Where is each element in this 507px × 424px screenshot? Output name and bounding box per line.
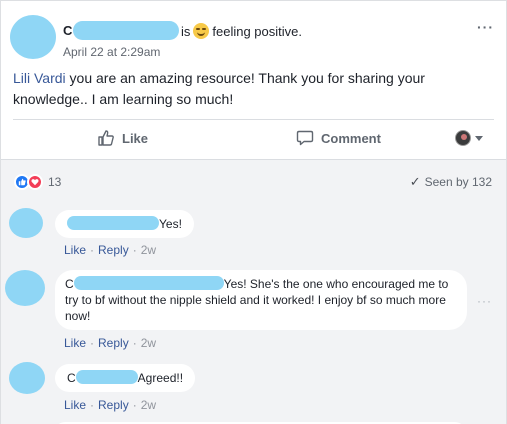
author-name-redaction[interactable] xyxy=(73,21,179,40)
comment-bubble-icon xyxy=(296,130,314,146)
love-reaction-icon xyxy=(27,174,43,190)
comment-label: Comment xyxy=(321,130,381,146)
relieved-face-icon xyxy=(193,23,210,39)
seen-by[interactable]: ✓ Seen by 132 xyxy=(410,174,492,190)
like-button[interactable]: Like xyxy=(97,129,148,147)
like-label: Like xyxy=(122,130,149,146)
comment-bubble: Yes! xyxy=(55,210,194,238)
comment: Yes! Like · Reply · 2w xyxy=(1,204,506,260)
commenter-name-redaction[interactable] xyxy=(67,216,159,230)
more-options-icon[interactable]: ··· xyxy=(477,19,494,35)
thumbs-up-icon xyxy=(98,130,114,146)
post-timestamp[interactable]: April 22 at 2:29am xyxy=(63,45,160,59)
action-text: is xyxy=(181,23,191,39)
separator: · xyxy=(132,398,137,412)
commenter-name-redaction[interactable] xyxy=(73,276,224,290)
separator: · xyxy=(90,398,95,412)
comment-button[interactable]: Comment xyxy=(296,129,381,147)
commenter-avatar[interactable] xyxy=(9,208,43,238)
comment-age[interactable]: 2w xyxy=(141,336,156,350)
reaction-summary[interactable]: 13 xyxy=(14,174,61,190)
seen-by-text: Seen by 132 xyxy=(424,175,492,189)
comment-like-link[interactable]: Like xyxy=(64,398,86,412)
author-initial[interactable]: C xyxy=(63,23,72,38)
post-card: C is feeling positive. April 22 at 2:29a… xyxy=(0,0,507,424)
actor-avatar xyxy=(455,130,471,146)
reaction-count[interactable]: 13 xyxy=(48,175,61,189)
commenter-avatar[interactable] xyxy=(9,362,45,394)
comment-bubble: C Agreed!! xyxy=(55,364,196,392)
comment-actions: Like · Reply · 2w xyxy=(64,243,156,257)
commenter-avatar[interactable] xyxy=(5,270,45,306)
comments-section: 13 ✓ Seen by 132 Yes! Like · Reply · 2w … xyxy=(1,159,506,424)
actor-selector[interactable] xyxy=(455,130,483,146)
commenter-initial[interactable]: C xyxy=(67,371,76,385)
comment-bubble: C Yes! She's the one who encouraged me to… xyxy=(55,270,467,330)
comment-reply-link[interactable]: Reply xyxy=(98,336,129,350)
commenter-name-redaction[interactable] xyxy=(75,370,138,384)
comment-like-link[interactable]: Like xyxy=(64,243,86,257)
post-body: Lili Vardi you are an amazing resource! … xyxy=(13,68,493,110)
comment-actions: Like · Reply · 2w xyxy=(64,398,156,412)
commenter-initial[interactable]: C xyxy=(65,277,74,291)
comment-like-link[interactable]: Like xyxy=(64,336,86,350)
comment-options-icon[interactable]: ··· xyxy=(477,294,492,308)
post-body-text: you are an amazing resource! Thank you f… xyxy=(13,70,425,107)
checkmark-icon: ✓ xyxy=(409,174,421,189)
separator: · xyxy=(90,243,95,257)
mention-link[interactable]: Lili Vardi xyxy=(13,70,66,86)
divider xyxy=(13,119,494,120)
separator: · xyxy=(90,336,95,350)
chevron-down-icon xyxy=(475,135,483,141)
comment-text: Agreed!! xyxy=(137,371,184,385)
comment-text: Yes! xyxy=(159,217,182,231)
separator: · xyxy=(132,243,137,257)
feeling-text[interactable]: feeling positive. xyxy=(212,24,302,39)
comment: C Agreed!! Like · Reply · 2w xyxy=(1,358,506,418)
comment-reply-link[interactable]: Reply xyxy=(98,398,129,412)
author-avatar[interactable] xyxy=(10,15,56,59)
comment-age[interactable]: 2w xyxy=(141,243,156,257)
comment: C Yes! She's the one who encouraged me to… xyxy=(1,264,506,356)
comment-actions: Like · Reply · 2w xyxy=(64,336,156,350)
separator: · xyxy=(132,336,137,350)
feeling-line: is feeling positive. xyxy=(181,23,302,39)
comment-reply-link[interactable]: Reply xyxy=(98,243,129,257)
comment-age[interactable]: 2w xyxy=(141,398,156,412)
